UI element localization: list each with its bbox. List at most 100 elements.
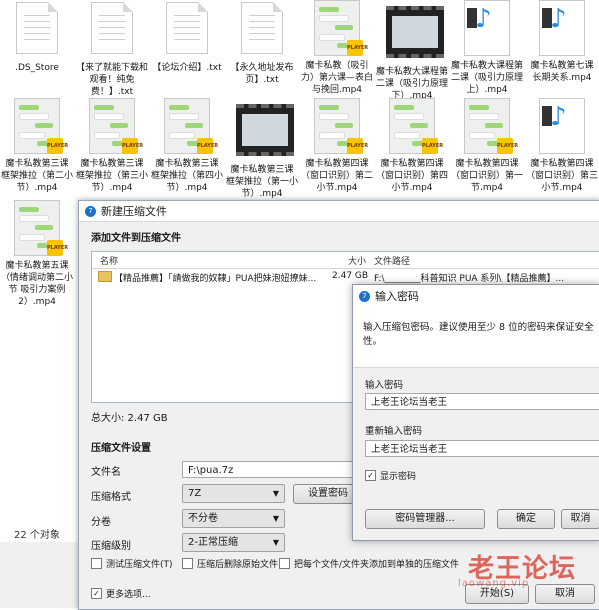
separate-checkbox[interactable] [279, 558, 290, 569]
file-item[interactable]: PLAYER 魔卡私教第四课（窗口识别）第四小节.mp4 [375, 98, 449, 194]
delete-label: 压缩后删除原始文件 [197, 560, 279, 570]
file-name: 魔卡私教（吸引力）第六课—表白与挽回.mp4 [300, 61, 373, 95]
row-path: F:\________科普知识 PUA 系列\【精品推薦】... [374, 274, 565, 284]
format-label: 压缩格式 [91, 492, 131, 503]
file-item[interactable]: PLAYER 魔卡私教第三课 框架推拉（第三小节）.mp4 [75, 98, 149, 194]
separate-archives-option[interactable]: 把每个文件/文件夹添加到单独的压缩文件 [279, 557, 459, 570]
file-name: 魔卡私教大课程第二课（吸引力原理上）.mp4 [450, 61, 523, 95]
file-name: 魔卡私教大课程第二课（吸引力原理下）.mp4 [375, 67, 448, 101]
level-select[interactable]: 2-正常压缩 ▼ [182, 533, 285, 552]
more-options[interactable]: ✓ 更多选项... [91, 587, 151, 600]
file-name: 魔卡私教第五课（情绪调动第二小节 吸引力案例2）.mp4 [0, 261, 73, 307]
split-select[interactable]: 不分卷 ▼ [182, 509, 285, 528]
file-name: 魔卡私教第三课 框架推拉（第二小节）.mp4 [0, 159, 73, 193]
test-archive-option[interactable]: 测试压缩文件(T) [91, 557, 173, 570]
file-name: 魔卡私教第四课（窗口识别）第四小节.mp4 [375, 159, 448, 193]
column-size[interactable]: 大小 [348, 254, 366, 267]
more-options-label: 更多选项... [106, 590, 151, 600]
level-value: 2-正常压缩 [188, 537, 238, 548]
object-count: 22 个对象 [14, 530, 60, 541]
file-list-header: 名称 大小 文件路径 [92, 252, 599, 269]
format-value: 7Z [188, 488, 202, 499]
player-badge-icon: PLAYER [347, 40, 368, 56]
archive-cancel-button[interactable]: 取消 [535, 584, 595, 604]
password-hint-panel: 输入压缩包密码。建议使用至少 8 位的密码来保证安全性。 [353, 307, 599, 368]
file-thumbnail: PLAYER [161, 98, 218, 156]
player-badge-icon: PLAYER [497, 138, 518, 154]
player-badge-icon: PLAYER [422, 138, 443, 154]
app-icon: 7 [85, 205, 96, 217]
file-thumbnail: ♪ [461, 0, 513, 58]
file-item[interactable]: PLAYER 魔卡私教第四课（窗口识别）第一节.mp4 [450, 98, 524, 194]
document-icon [16, 2, 58, 54]
player-badge-icon: PLAYER [47, 240, 68, 256]
test-checkbox[interactable] [91, 558, 102, 569]
media-file-icon: ♪ [539, 0, 585, 56]
file-thumbnail: PLAYER [86, 98, 143, 156]
file-item[interactable]: PLAYER 魔卡私教（吸引力）第六课—表白与挽回.mp4 [300, 0, 374, 96]
reenter-password-label: 重新输入密码 [365, 426, 423, 437]
file-thumbnail: PLAYER [11, 200, 68, 258]
table-row[interactable]: 【精品推薦】「請做我的奴隸」PUA把妹泡妞撩妹... 2.47 GB F:\__… [92, 269, 599, 285]
row-name: 【精品推薦】「請做我的奴隸」PUA把妹泡妞撩妹... [114, 274, 317, 284]
column-name[interactable]: 名称 [100, 254, 118, 267]
file-thumbnail: PLAYER [386, 98, 443, 156]
password-dialog-title: 输入密码 [375, 290, 419, 303]
split-value: 不分卷 [188, 513, 218, 524]
delete-original-option[interactable]: 压缩后删除原始文件 [182, 557, 278, 570]
file-name: 魔卡私教第四课（窗口识别）第三小节.mp4 [525, 159, 598, 193]
file-thumbnail [236, 104, 294, 162]
column-path[interactable]: 文件路径 [374, 254, 410, 267]
explorer-bottom-panel [0, 542, 78, 608]
player-badge-icon: PLAYER [47, 138, 68, 154]
delete-checkbox[interactable] [182, 558, 193, 569]
file-item[interactable]: .DS_Store [0, 0, 74, 74]
film-icon [386, 6, 444, 58]
ok-button[interactable]: 确定 [497, 509, 555, 529]
file-item[interactable]: PLAYER 魔卡私教第五课（情绪调动第二小节 吸引力案例2）.mp4 [0, 200, 74, 308]
file-item[interactable]: ♪ 魔卡私教第四课（窗口识别）第三小节.mp4 [525, 98, 599, 194]
split-label: 分卷 [91, 517, 111, 528]
file-thumbnail: PLAYER [11, 98, 68, 156]
file-name: 魔卡私教第四课（窗口识别）第一节.mp4 [450, 159, 523, 193]
file-thumbnail: PLAYER [311, 0, 368, 58]
file-item[interactable]: ♪ 魔卡私教大课程第二课（吸引力原理上）.mp4 [450, 0, 524, 96]
format-select[interactable]: 7Z ▼ [182, 484, 285, 503]
file-thumbnail: PLAYER [461, 98, 518, 156]
folder-icon [98, 271, 112, 282]
file-name: 【来了就能下载和观看！纯免费！】.txt [75, 63, 148, 97]
show-password-option[interactable]: ✓ 显示密码 [365, 469, 416, 482]
show-password-checkbox[interactable]: ✓ [365, 470, 376, 481]
document-icon [166, 2, 208, 54]
media-file-icon: ♪ [464, 0, 510, 56]
file-item[interactable]: ♪ 魔卡私教第七课 长期关系.mp4 [525, 0, 599, 84]
file-name: 魔卡私教第三课 框架推拉（第四小节）.mp4 [150, 159, 223, 193]
more-options-checkbox[interactable]: ✓ [91, 588, 102, 599]
password-input[interactable]: 上老王论坛当老王 [365, 393, 599, 410]
total-size: 总大小: 2.47 GB [91, 413, 168, 424]
document-icon [241, 2, 283, 54]
file-item[interactable]: PLAYER 魔卡私教第四课（窗口识别）第二小节.mp4 [300, 98, 374, 194]
file-name: 【永久地址发布页】.txt [230, 63, 294, 85]
file-item[interactable]: PLAYER 魔卡私教第三课 框架推拉（第二小节）.mp4 [0, 98, 74, 194]
file-item[interactable]: 【论坛介绍】.txt [150, 0, 224, 74]
file-thumbnail [86, 2, 138, 60]
player-badge-icon: PLAYER [197, 138, 218, 154]
password-dialog: 7 输入密码 输入压缩包密码。建议使用至少 8 位的密码来保证安全性。 输入密码… [352, 284, 599, 541]
row-size: 2.47 GB [332, 271, 369, 281]
file-thumbnail: ♪ [536, 0, 588, 58]
file-thumbnail [236, 2, 288, 60]
file-item[interactable]: 【永久地址发布页】.txt [225, 0, 299, 86]
file-item[interactable]: 【来了就能下载和观看！纯免费！】.txt [75, 0, 149, 98]
password-cancel-button[interactable]: 取消 [561, 509, 599, 529]
film-icon [236, 104, 294, 156]
file-item[interactable]: 魔卡私教第三课 框架推拉（第一小节）.mp4 [225, 98, 299, 200]
file-item[interactable]: 魔卡私教大课程第二课（吸引力原理下）.mp4 [375, 0, 449, 102]
reenter-password-input[interactable]: 上老王论坛当老王 [365, 440, 599, 457]
file-item[interactable]: PLAYER 魔卡私教第三课 框架推拉（第四小节）.mp4 [150, 98, 224, 194]
player-badge-icon: PLAYER [122, 138, 143, 154]
show-password-label: 显示密码 [380, 472, 417, 482]
password-titlebar[interactable]: 7 输入密码 [353, 285, 599, 308]
password-manager-button[interactable]: 密码管理器... [365, 509, 485, 529]
dialog-titlebar[interactable]: 7 新建压缩文件 [79, 201, 599, 222]
